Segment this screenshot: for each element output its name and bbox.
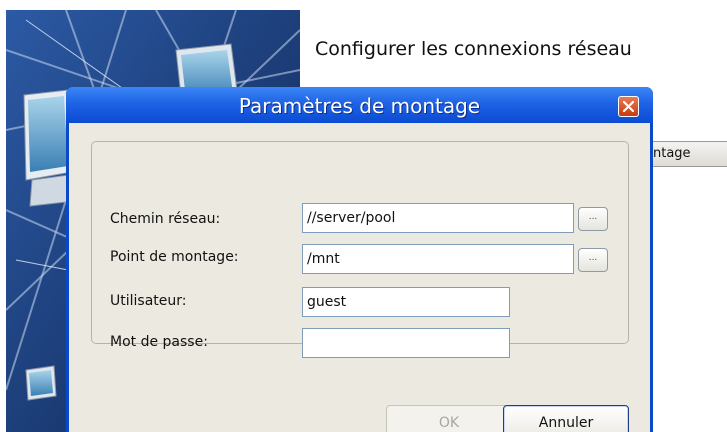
ok-button[interactable]: OK	[386, 405, 512, 432]
close-icon	[622, 100, 635, 113]
password-input[interactable]	[302, 328, 510, 358]
mount-point-input[interactable]	[302, 244, 574, 274]
user-label: Utilisateur:	[110, 293, 187, 309]
dialog-titlebar[interactable]: Paramètres de montage	[66, 87, 653, 123]
mount-settings-dialog: Paramètres de montage Chemin réseau: ...…	[66, 87, 653, 432]
list-column-header-label: ntage	[653, 146, 691, 161]
dialog-body: Chemin réseau: ... Point de montage: ...…	[69, 123, 650, 432]
wizard-title: Configurer les connexions réseau	[315, 38, 632, 60]
dialog-title: Paramètres de montage	[238, 94, 481, 118]
password-label: Mot de passe:	[110, 334, 208, 350]
network-path-label: Chemin réseau:	[110, 211, 221, 227]
close-button[interactable]	[618, 96, 639, 117]
screen: Configurer les connexions réseau ntage P…	[0, 0, 727, 432]
network-path-browse-button[interactable]: ...	[578, 207, 608, 231]
user-input[interactable]	[302, 287, 510, 317]
cancel-button[interactable]: Annuler	[503, 405, 629, 432]
mount-point-browse-button[interactable]: ...	[578, 248, 608, 272]
mount-point-label: Point de montage:	[110, 249, 239, 265]
network-path-input[interactable]	[302, 203, 574, 233]
